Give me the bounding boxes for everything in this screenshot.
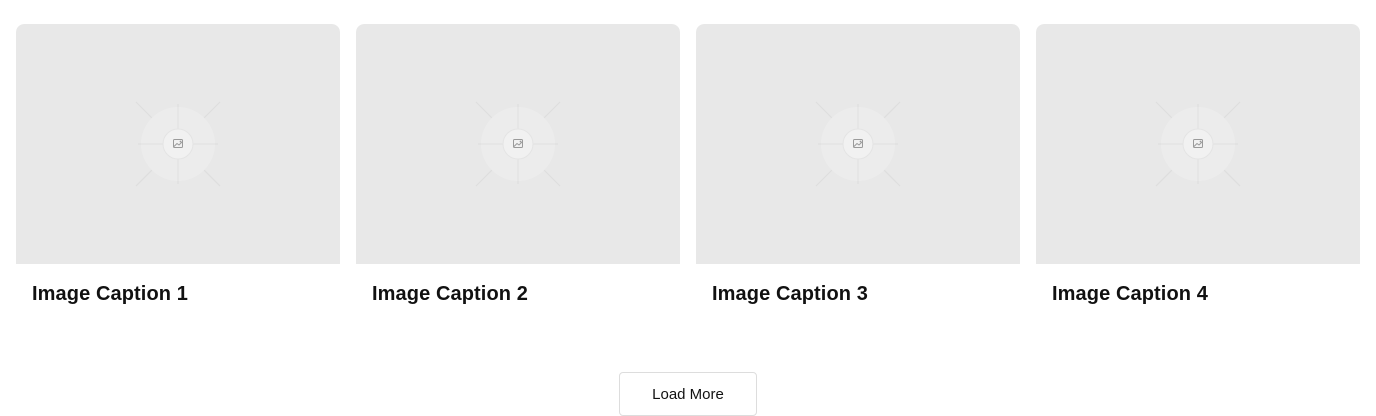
image-placeholder[interactable] (356, 24, 680, 264)
image-caption: Image Caption 3 (712, 283, 868, 305)
image-placeholder[interactable] (696, 24, 1020, 264)
gallery-card-4[interactable]: Image Caption 4 (1036, 24, 1360, 306)
gallery-card-1[interactable]: Image Caption 1 (16, 24, 340, 306)
image-icon (475, 101, 561, 187)
gallery-card-3[interactable]: Image Caption 3 (696, 24, 1020, 306)
image-caption: Image Caption 1 (32, 283, 188, 305)
load-more-button[interactable]: Load More (619, 372, 757, 416)
image-placeholder[interactable] (16, 24, 340, 264)
image-placeholder[interactable] (1036, 24, 1360, 264)
image-caption: Image Caption 2 (372, 283, 528, 305)
load-more-container: Load More (0, 372, 1376, 416)
image-gallery: Image Caption 1 Image Caption 2 Image Ca… (16, 24, 1360, 306)
gallery-card-2[interactable]: Image Caption 2 (356, 24, 680, 306)
page: Image Caption 1 Image Caption 2 Image Ca… (0, 0, 1376, 416)
image-icon (1155, 101, 1241, 187)
image-icon (815, 101, 901, 187)
image-icon (135, 101, 221, 187)
image-caption: Image Caption 4 (1052, 283, 1208, 305)
